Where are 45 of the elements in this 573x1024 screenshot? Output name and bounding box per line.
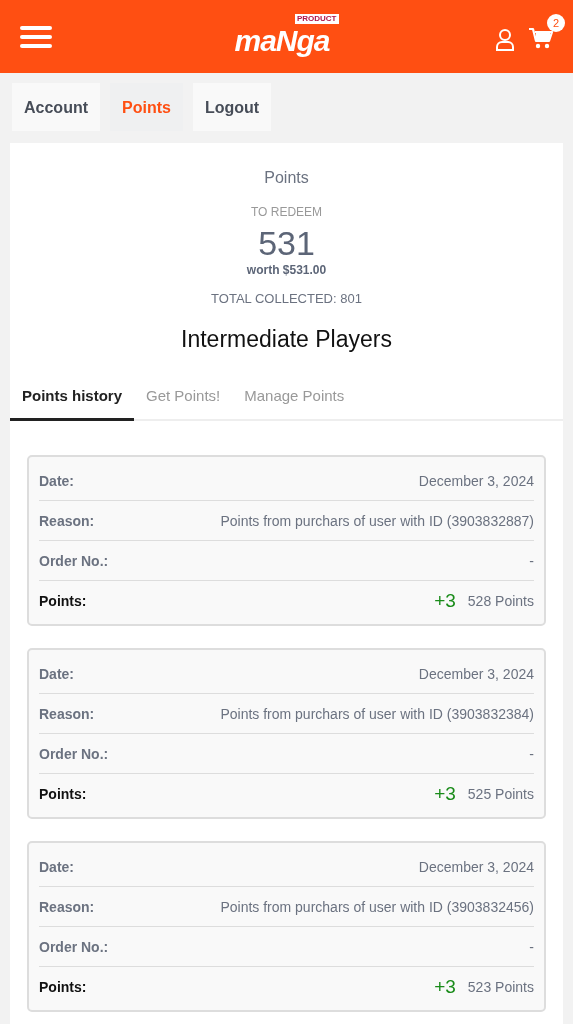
points-delta: +3 [434,782,456,805]
cart-icon[interactable] [529,26,553,49]
logo-tag: PRODUCT [294,14,339,24]
field-label: Order No.: [39,552,109,569]
field-value: December 3, 2024 [418,472,534,489]
tab[interactable]: Manage Points [232,379,357,421]
field-label: Points: [39,785,87,802]
menu-icon[interactable] [20,24,52,49]
field-value: - [529,552,534,569]
points-title: Points [263,169,310,187]
level-name: Intermediate Players [180,326,393,353]
cart-count-badge: 2 [547,13,565,32]
field-label: Date: [39,858,74,875]
points-total: 523 Points [467,978,534,995]
redeem-label: TO REDEEM [249,205,324,219]
field-value: Points from purchars of user with ID (3903832384) [220,705,534,722]
field-value: Points from purchars of user with ID (3903832887) [220,512,534,529]
field-label: Order No.: [39,938,109,955]
points-total: 525 Points [467,785,534,802]
field-value: - [529,938,534,955]
field-label: Date: [39,472,74,489]
field-value: Points from purchars of user with ID (3903832456) [220,898,534,915]
points-total: 528 Points [467,592,534,609]
worth-text: worth $531.00 [245,263,328,277]
nav-tab[interactable]: Account [12,82,100,131]
field-value: - [529,745,534,762]
field-label: Reason: [39,898,95,915]
logo-text[interactable]: maNga [234,24,330,58]
field-value: December 3, 2024 [418,665,534,682]
field-label: Points: [39,592,87,609]
field-label: Points: [39,978,87,995]
points-delta: +3 [434,589,456,612]
field-value: December 3, 2024 [418,858,534,875]
field-label: Order No.: [39,745,109,762]
field-label: Date: [39,665,74,682]
tab[interactable]: Get Points! [134,379,233,421]
field-label: Reason: [39,512,95,529]
user-icon[interactable] [495,28,515,51]
redeem-value: 531 [257,223,316,263]
field-label: Reason: [39,705,95,722]
total-value: 801 [340,291,362,306]
nav-tab[interactable]: Logout [192,82,272,131]
total-label: TOTAL COLLECTED: [211,291,337,306]
points-delta: +3 [434,975,456,998]
tab[interactable]: Points history [10,379,134,421]
